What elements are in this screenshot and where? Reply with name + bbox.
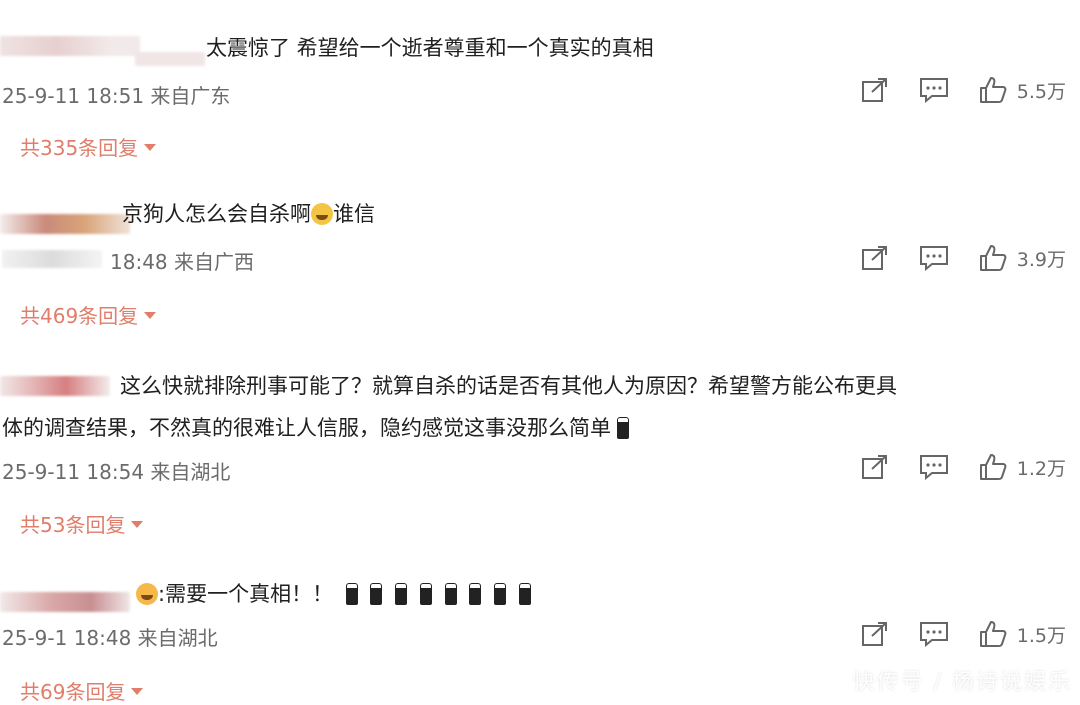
comment-meta: 18:48 来自广西: [110, 250, 254, 274]
avatar-blur: [0, 36, 140, 56]
grimace-emoji-icon: [311, 203, 333, 225]
replies-label: 共335条回复: [20, 136, 139, 160]
avatar-blur: [0, 592, 130, 612]
share-icon: [861, 622, 887, 646]
share-button[interactable]: [861, 621, 889, 647]
comment-text: :需要一个真相！！: [136, 578, 531, 608]
comment-meta: 25-9-11 18:54 来自湖北: [2, 460, 231, 484]
comment-text-line-1: 这么快就排除刑事可能了？就算自杀的话是否有其他人为原因？希望警方能公布更具: [120, 374, 897, 398]
like-button[interactable]: 5.5万: [979, 76, 1066, 104]
share-icon: [861, 455, 887, 479]
chevron-down-icon: [131, 688, 144, 695]
like-icon: [979, 454, 1007, 480]
share-icon: [861, 246, 887, 270]
comment-icon: [919, 622, 948, 648]
chevron-down-icon: [144, 312, 157, 319]
like-count: 1.5万: [1016, 624, 1066, 647]
candle-emoji-icon: [493, 583, 506, 605]
comment-button[interactable]: [919, 76, 949, 104]
like-icon: [979, 245, 1007, 271]
username-blur: [135, 52, 205, 66]
like-icon: [979, 77, 1007, 103]
like-icon: [979, 621, 1007, 647]
candle-emoji-icon: [419, 583, 432, 605]
share-button[interactable]: [861, 245, 889, 271]
replies-label: 共469条回复: [20, 304, 139, 328]
chevron-down-icon: [144, 144, 157, 151]
share-button[interactable]: [861, 77, 889, 103]
comment-text-line-2: 体的调查结果，不然真的很难让人信服，隐约感觉这事没那么简单: [2, 412, 629, 442]
comment-text: 京狗人怎么会自杀啊 谁信: [122, 202, 375, 226]
replies-label: 共53条回复: [20, 513, 126, 537]
comment-button[interactable]: [919, 453, 949, 481]
like-count: 1.2万: [1016, 457, 1066, 480]
comment-meta: 25-9-1 18:48 来自湖北: [2, 626, 218, 650]
comment-meta: 25-9-11 18:51 来自广东: [2, 84, 231, 108]
replies-toggle[interactable]: 共69条回复: [20, 676, 144, 705]
replies-label: 共69条回复: [20, 680, 126, 704]
watermark: 快传号 / 杨诗说娱乐: [852, 670, 1072, 695]
candle-emoji-icon: [518, 583, 531, 605]
candle-emoji-icon: [617, 417, 629, 439]
share-button[interactable]: [861, 454, 889, 480]
candle-emoji-icon: [395, 583, 408, 605]
chevron-down-icon: [131, 521, 144, 528]
comment-icon: [919, 455, 948, 481]
replies-toggle[interactable]: 共335条回复: [20, 132, 157, 161]
like-button[interactable]: 3.9万: [979, 244, 1066, 272]
comment-text: 太震惊了 希望给一个逝者尊重和一个真实的真相: [206, 36, 654, 60]
candle-emoji-icon: [469, 583, 482, 605]
avatar-blur: [0, 214, 130, 234]
replies-toggle[interactable]: 共53条回复: [20, 509, 144, 538]
candle-emoji-icon: [345, 583, 358, 605]
like-button[interactable]: 1.5万: [979, 620, 1066, 648]
comment-button[interactable]: [919, 620, 949, 648]
candle-emoji-icon: [370, 583, 383, 605]
like-count: 3.9万: [1016, 248, 1066, 271]
share-icon: [861, 78, 887, 102]
replies-toggle[interactable]: 共469条回复: [20, 300, 157, 329]
like-button[interactable]: 1.2万: [979, 453, 1066, 481]
candle-emoji-icon: [444, 583, 457, 605]
comment-button[interactable]: [919, 244, 949, 272]
avatar-blur: [0, 376, 110, 396]
comment-icon: [919, 246, 948, 272]
crying-emoji-icon: [136, 583, 158, 605]
comment-icon: [919, 78, 948, 104]
like-count: 5.5万: [1016, 80, 1066, 103]
date-blur: [2, 250, 102, 268]
